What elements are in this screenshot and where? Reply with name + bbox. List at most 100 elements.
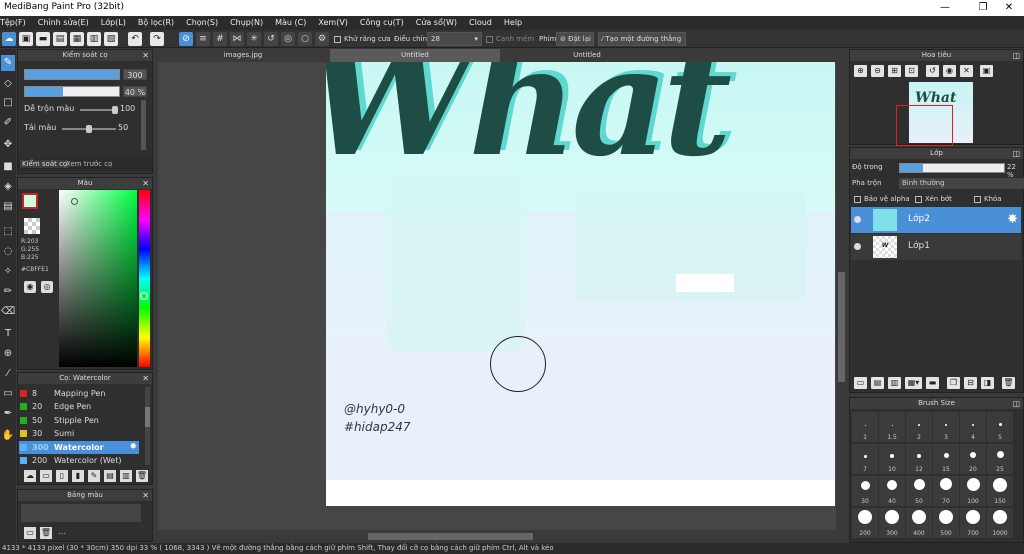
panel-restore-icon[interactable]: ◫ bbox=[1012, 148, 1020, 159]
drawing-paper[interactable]: What @hyhy0-0 #hidap247 bbox=[326, 62, 835, 506]
amount-track[interactable] bbox=[62, 125, 116, 133]
zoom-in-icon[interactable]: ⊕ bbox=[854, 65, 867, 77]
panel-restore-icon[interactable]: ◫ bbox=[1012, 50, 1020, 61]
size-slider[interactable] bbox=[24, 69, 120, 80]
brush-size-option[interactable]: 1000 bbox=[987, 508, 1013, 538]
brush-control-scrollbar[interactable] bbox=[141, 100, 146, 150]
zoom-out-icon[interactable]: ⊖ bbox=[871, 65, 884, 77]
antialias-checkbox[interactable] bbox=[334, 35, 341, 43]
menu-layer[interactable]: Lớp(L) bbox=[95, 16, 132, 30]
brush-copy-icon[interactable]: ▯ bbox=[56, 470, 68, 482]
pen-tool-icon[interactable]: ✒ bbox=[1, 406, 15, 422]
brush-size-option[interactable]: 10 bbox=[879, 444, 905, 474]
clipping-option[interactable]: Xén bớt bbox=[915, 195, 952, 203]
ellipse-snap-icon[interactable]: ○ bbox=[298, 32, 312, 46]
delete-layer-icon[interactable]: 🗑 bbox=[1002, 377, 1015, 389]
panel-close-icon[interactable]: ✕ bbox=[142, 373, 149, 384]
palette-settings-icon[interactable]: ◎ bbox=[41, 281, 53, 293]
protect-alpha-option[interactable]: Bảo vệ alpha bbox=[854, 195, 910, 203]
tab-images-jpg[interactable]: images.jpg bbox=[158, 49, 328, 62]
reset-button[interactable]: ⊘ Đặt lại bbox=[556, 32, 594, 46]
brush-size-option[interactable]: 400 bbox=[906, 508, 932, 538]
page-list-icon[interactable]: ▧ bbox=[104, 32, 118, 46]
opacity-slider[interactable] bbox=[24, 86, 120, 97]
antialias-option[interactable]: Khử răng cưa bbox=[334, 33, 391, 45]
panel-restore-icon[interactable]: ◫ bbox=[1012, 398, 1020, 409]
brush-item[interactable]: 200 Watercolor (Wet) bbox=[19, 454, 139, 467]
visibility-eye-icon[interactable] bbox=[854, 243, 861, 250]
menu-color[interactable]: Màu (C) bbox=[269, 16, 312, 30]
menu-cloud[interactable]: Cloud bbox=[463, 16, 498, 30]
palette-delete-icon[interactable]: 🗑 bbox=[40, 527, 52, 539]
menu-view[interactable]: Xem(V) bbox=[312, 16, 354, 30]
brush-size-option[interactable]: 500 bbox=[933, 508, 959, 538]
soft-edge-option[interactable]: Cạnh mềm bbox=[486, 33, 534, 45]
canvas-area[interactable]: What @hyhy0-0 #hidap247 bbox=[158, 62, 847, 530]
brush-size-option[interactable]: 15 bbox=[933, 444, 959, 474]
dot-tool-icon[interactable]: □ bbox=[1, 95, 15, 111]
size-value[interactable]: 300 bbox=[123, 69, 147, 80]
blend-track[interactable] bbox=[80, 106, 118, 114]
actual-size-icon[interactable]: ⊡ bbox=[905, 65, 918, 77]
layer-row[interactable]: W Lớp1 bbox=[851, 234, 1021, 260]
new-8bit-layer-icon[interactable]: ▥ bbox=[888, 377, 901, 389]
lasso-icon[interactable]: ◌ bbox=[1, 244, 15, 260]
horizontal-scrollbar[interactable] bbox=[158, 530, 847, 543]
undo-icon[interactable]: ↶ bbox=[128, 32, 142, 46]
select-eraser-icon[interactable]: ⌫ bbox=[1, 304, 15, 320]
navigator-menu-icon[interactable]: ▣ bbox=[980, 65, 993, 77]
grid-icon[interactable]: ▦ bbox=[70, 32, 84, 46]
radial-snap-icon[interactable]: ⋈ bbox=[230, 32, 244, 46]
palette-add-icon[interactable]: ▭ bbox=[24, 527, 36, 539]
tab-brush-preview[interactable]: Xem trước cọ bbox=[66, 160, 112, 168]
layer-settings-icon[interactable]: ◨ bbox=[981, 377, 994, 389]
page-icon[interactable]: ▥ bbox=[87, 32, 101, 46]
brush-item[interactable]: 20 Edge Pen bbox=[19, 400, 139, 413]
rotate-reset-icon[interactable]: ◉ bbox=[943, 65, 956, 77]
move-tool-icon[interactable]: ✥ bbox=[1, 137, 15, 153]
brush-size-option[interactable]: 30 bbox=[852, 476, 878, 506]
vertical-scroll-thumb[interactable] bbox=[838, 272, 845, 382]
text-tool-icon[interactable]: T bbox=[1, 326, 15, 342]
visibility-eye-icon[interactable] bbox=[854, 216, 861, 223]
foreground-color-swatch[interactable] bbox=[22, 193, 38, 209]
brush-size-option[interactable]: 100 bbox=[960, 476, 986, 506]
brush-size-option[interactable]: 50 bbox=[906, 476, 932, 506]
merge-layer-icon[interactable]: ⊟ bbox=[964, 377, 977, 389]
radial-line-icon[interactable]: ✳ bbox=[247, 32, 261, 46]
hand-tool-icon[interactable]: ✋ bbox=[1, 428, 15, 444]
menu-window[interactable]: Cửa sổ(W) bbox=[410, 16, 463, 30]
brush-size-option[interactable]: 40 bbox=[879, 476, 905, 506]
transparent-color-swatch[interactable] bbox=[24, 218, 40, 234]
select-pen-icon[interactable]: ✐ bbox=[1, 115, 15, 131]
clipping-checkbox[interactable] bbox=[915, 195, 922, 203]
brush-folder-icon[interactable]: ▤ bbox=[104, 470, 116, 482]
brush-size-option[interactable]: 5 bbox=[987, 412, 1013, 442]
brush-size-option[interactable]: 25 bbox=[987, 444, 1013, 474]
palette-icon[interactable]: ◉ bbox=[24, 281, 36, 293]
navigator-viewport[interactable] bbox=[896, 105, 953, 146]
brush-settings-icon[interactable]: ✸ bbox=[129, 441, 137, 454]
fit-icon[interactable]: ⊞ bbox=[888, 65, 901, 77]
hue-slider[interactable] bbox=[139, 190, 150, 367]
saturation-value-picker[interactable] bbox=[59, 190, 137, 367]
layer-row-selected[interactable]: Lớp2 ✸ bbox=[851, 207, 1021, 233]
brush-size-option[interactable]: 12 bbox=[906, 444, 932, 474]
layer-blend-select[interactable]: Bình thường bbox=[899, 178, 1024, 189]
brush-size-option[interactable]: 70 bbox=[933, 476, 959, 506]
protect-alpha-checkbox[interactable] bbox=[854, 195, 861, 203]
curve-snap-icon[interactable]: ↺ bbox=[264, 32, 278, 46]
adjust-select[interactable]: 28 ▾ bbox=[427, 32, 482, 46]
eraser-tool-icon[interactable]: ◇ bbox=[1, 76, 15, 92]
layout-icon[interactable]: ▤ bbox=[53, 32, 67, 46]
gradient-tool-icon[interactable]: ▤ bbox=[1, 199, 15, 215]
menu-tools[interactable]: Công cụ(T) bbox=[354, 16, 410, 30]
brush-size-option[interactable]: 300 bbox=[879, 508, 905, 538]
image-icon[interactable]: ▣ bbox=[19, 32, 33, 46]
snap-off-icon[interactable]: ⊘ bbox=[179, 32, 193, 46]
grid-snap-icon[interactable]: # bbox=[213, 32, 227, 46]
magic-wand-icon[interactable]: ✧ bbox=[1, 264, 15, 280]
dropper-tool-icon[interactable]: ⁄ bbox=[1, 366, 15, 382]
brush-add-icon[interactable]: ▭ bbox=[40, 470, 52, 482]
select-rect-icon[interactable]: ⬚ bbox=[1, 224, 15, 240]
